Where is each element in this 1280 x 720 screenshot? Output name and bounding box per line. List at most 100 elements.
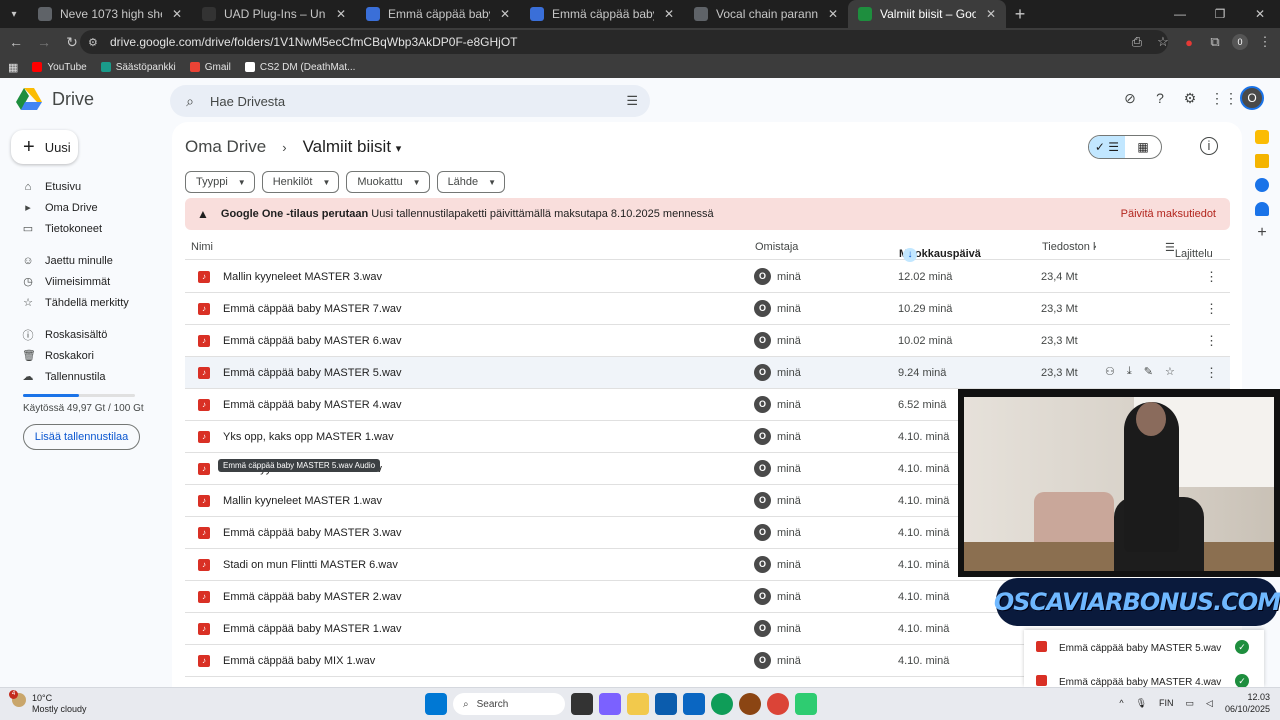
file-name[interactable]: Emmä cäppää baby MASTER 3.wav xyxy=(223,527,402,539)
taskbar-search[interactable]: ⌕ Search xyxy=(453,693,565,715)
file-name[interactable]: Mallin kyyneleet MASTER 3.wav xyxy=(223,271,382,283)
calendar-icon[interactable] xyxy=(1255,130,1269,144)
language-indicator[interactable]: FIN xyxy=(1159,698,1174,708)
file-row[interactable]: ♪ Mallin kyyneleet MASTER 3.wav Ominä 12.02… xyxy=(185,261,1230,293)
copilot-icon[interactable] xyxy=(599,693,621,715)
browser-tab[interactable]: UAD Plug-Ins – Universal Audio✕ xyxy=(192,0,356,28)
file-row[interactable]: ♪ Emmä cäppää baby MASTER 6.wav Ominä 10.02… xyxy=(185,325,1230,357)
more-actions-icon[interactable]: ⋮ xyxy=(1205,269,1218,285)
install-icon[interactable]: ⎙ xyxy=(1128,34,1146,50)
apps-grid-icon[interactable]: ⋮⋮ xyxy=(1210,88,1238,108)
sidebar-item-computer[interactable]: ▭ Tietokoneet xyxy=(0,218,160,239)
browser-tab[interactable]: Neve 1073 high shelf ✕ xyxy=(28,0,192,28)
chevron-up-icon[interactable]: ^ xyxy=(1119,698,1123,708)
share-icon[interactable]: ⚇ xyxy=(1105,365,1115,378)
bookmark-item[interactable]: CS2 DM (DeathMat... xyxy=(244,62,355,73)
start-icon[interactable] xyxy=(425,693,447,715)
edge-icon[interactable] xyxy=(711,693,733,715)
sidebar-item-cloud[interactable]: ☁ Tallennustila xyxy=(0,366,160,387)
close-tab-icon[interactable]: ✕ xyxy=(334,7,348,21)
site-info-icon[interactable]: ⚙ xyxy=(88,36,102,49)
sidebar-item-spam[interactable]: ⓘ Roskasisältö xyxy=(0,324,160,345)
file-name[interactable]: Emmä cäppää baby MIX 1.wav xyxy=(223,655,375,667)
offline-status-icon[interactable]: ⊘ xyxy=(1120,88,1140,108)
close-tab-icon[interactable]: ✕ xyxy=(498,7,512,21)
store-icon[interactable] xyxy=(655,693,677,715)
browser-tab[interactable]: Emmä cäppää baby.flp - FL Stu✕ xyxy=(356,0,520,28)
add-addon-icon[interactable]: + xyxy=(1255,225,1269,241)
tasks-icon[interactable] xyxy=(1255,178,1269,192)
file-name[interactable]: Emmä cäppää baby MASTER 1.wav xyxy=(223,623,402,635)
file-row[interactable]: ♪ Emmä cäppää baby MASTER 5.wav Ominä 9.24 … xyxy=(185,357,1230,389)
file-name[interactable]: Emmä cäppää baby MASTER 5.wav xyxy=(223,367,402,379)
more-actions-icon[interactable]: ⋮ xyxy=(1205,301,1218,317)
tab-search-icon[interactable]: ▾ xyxy=(0,0,28,28)
browser-tab[interactable]: Valmiit biisit – Google Drive✕ xyxy=(848,0,1006,28)
sidebar-item-drive[interactable]: ▸ Oma Drive xyxy=(0,197,160,218)
browser-tab[interactable]: Vocal chain parannusehdotukse✕ xyxy=(684,0,848,28)
new-button[interactable]: + Uusi xyxy=(11,130,78,164)
file-name[interactable]: Emmä cäppää baby MASTER 2.wav xyxy=(223,591,402,603)
filter-chip[interactable]: Tyyppi ▼ xyxy=(185,171,255,193)
file-explorer-icon[interactable] xyxy=(627,693,649,715)
forward-icon[interactable]: → xyxy=(32,34,56,50)
task-view-icon[interactable] xyxy=(571,693,593,715)
breadcrumb-root[interactable]: Oma Drive xyxy=(185,137,266,157)
more-actions-icon[interactable]: ⋮ xyxy=(1205,365,1218,381)
star-icon[interactable]: ☆ xyxy=(1165,365,1175,378)
extension-icon[interactable]: ● xyxy=(1180,35,1198,50)
file-row[interactable]: ♪ Emmä cäppää baby MASTER 7.wav Ominä 10.29… xyxy=(185,293,1230,325)
file-name[interactable]: Emmä cäppää baby MASTER 7.wav xyxy=(223,303,402,315)
close-tab-icon[interactable]: ✕ xyxy=(170,7,184,21)
file-name[interactable]: Yks opp, kaks opp MASTER 1.wav xyxy=(223,431,394,443)
list-view-icon[interactable]: ✓ ☰ xyxy=(1089,136,1125,158)
apps-grid-icon[interactable]: ▦ xyxy=(8,61,18,74)
fl-studio-icon[interactable] xyxy=(739,693,761,715)
microphone-icon[interactable]: 🎙 xyxy=(1136,698,1147,709)
contacts-icon[interactable] xyxy=(1255,202,1269,216)
keep-icon[interactable] xyxy=(1255,154,1269,168)
col-size[interactable]: Tiedoston ko xyxy=(1042,241,1096,253)
chrome-icon[interactable] xyxy=(767,693,789,715)
search-options-icon[interactable]: ☰ xyxy=(626,93,638,109)
profile-avatar[interactable]: 0 xyxy=(1232,34,1248,50)
address-bar[interactable]: ⚙ drive.google.com/drive/folders/1V1NwM5… xyxy=(80,30,1168,54)
minimize-icon[interactable]: — xyxy=(1160,0,1200,28)
clock[interactable]: 12.03 06/10/2025 xyxy=(1225,691,1270,715)
file-name[interactable]: Emmä cäppää baby MASTER 6.wav xyxy=(223,335,402,347)
app-icon[interactable] xyxy=(795,693,817,715)
filter-chip[interactable]: Muokattu ▼ xyxy=(346,171,430,193)
close-tab-icon[interactable]: ✕ xyxy=(662,7,676,21)
sort-button[interactable]: ☰ Lajittelu xyxy=(1165,241,1213,260)
rename-icon[interactable]: ✎ xyxy=(1144,365,1153,378)
file-name[interactable]: Emmä cäppää baby MASTER 4.wav xyxy=(223,399,402,411)
bookmark-item[interactable]: Gmail xyxy=(189,62,231,73)
search-input[interactable]: Hae Drivesta xyxy=(210,94,285,109)
search-box[interactable]: ⌕ Hae Drivesta ☰ xyxy=(170,85,650,117)
search-icon[interactable]: ⌕ xyxy=(170,93,210,110)
upload-item[interactable]: Emmä cäppää baby MASTER 5.wav ✓ xyxy=(1024,632,1264,660)
sidebar-item-clock[interactable]: ◷ Viimeisimmät xyxy=(0,271,160,292)
col-owner[interactable]: Omistaja xyxy=(755,241,798,253)
more-actions-icon[interactable]: ⋮ xyxy=(1205,333,1218,349)
extensions-puzzle-icon[interactable]: ⧉ xyxy=(1206,34,1224,50)
outlook-icon[interactable] xyxy=(683,693,705,715)
browser-tab[interactable]: Emmä cäppää baby.flp - FL Stu✕ xyxy=(520,0,684,28)
drive-logo[interactable]: Drive xyxy=(16,88,94,110)
view-toggle[interactable]: ✓ ☰ ▦ xyxy=(1088,135,1162,159)
breadcrumb-current[interactable]: Valmiit biisit ▾ xyxy=(303,137,402,157)
close-tab-icon[interactable]: ✕ xyxy=(984,7,998,21)
sidebar-item-home[interactable]: ⌂ Etusivu xyxy=(0,176,160,197)
bookmark-item[interactable]: Säästöpankki xyxy=(100,62,176,73)
settings-gear-icon[interactable]: ⚙ xyxy=(1180,88,1200,108)
file-name[interactable]: Mallin kyyneleet MASTER 1.wav xyxy=(223,495,382,507)
info-icon[interactable]: i xyxy=(1200,137,1218,155)
sidebar-item-shared[interactable]: ☺ Jaettu minulle xyxy=(0,250,160,271)
new-tab-button[interactable]: + xyxy=(1006,4,1034,25)
filter-chip[interactable]: Henkilöt ▼ xyxy=(261,171,340,193)
account-avatar[interactable]: O xyxy=(1240,86,1264,110)
help-icon[interactable]: ? xyxy=(1150,88,1170,108)
bookmark-item[interactable]: YouTube xyxy=(32,62,87,73)
volume-icon[interactable]: ◁ xyxy=(1206,698,1213,709)
sidebar-item-star[interactable]: ☆ Tähdellä merkitty xyxy=(0,292,160,313)
